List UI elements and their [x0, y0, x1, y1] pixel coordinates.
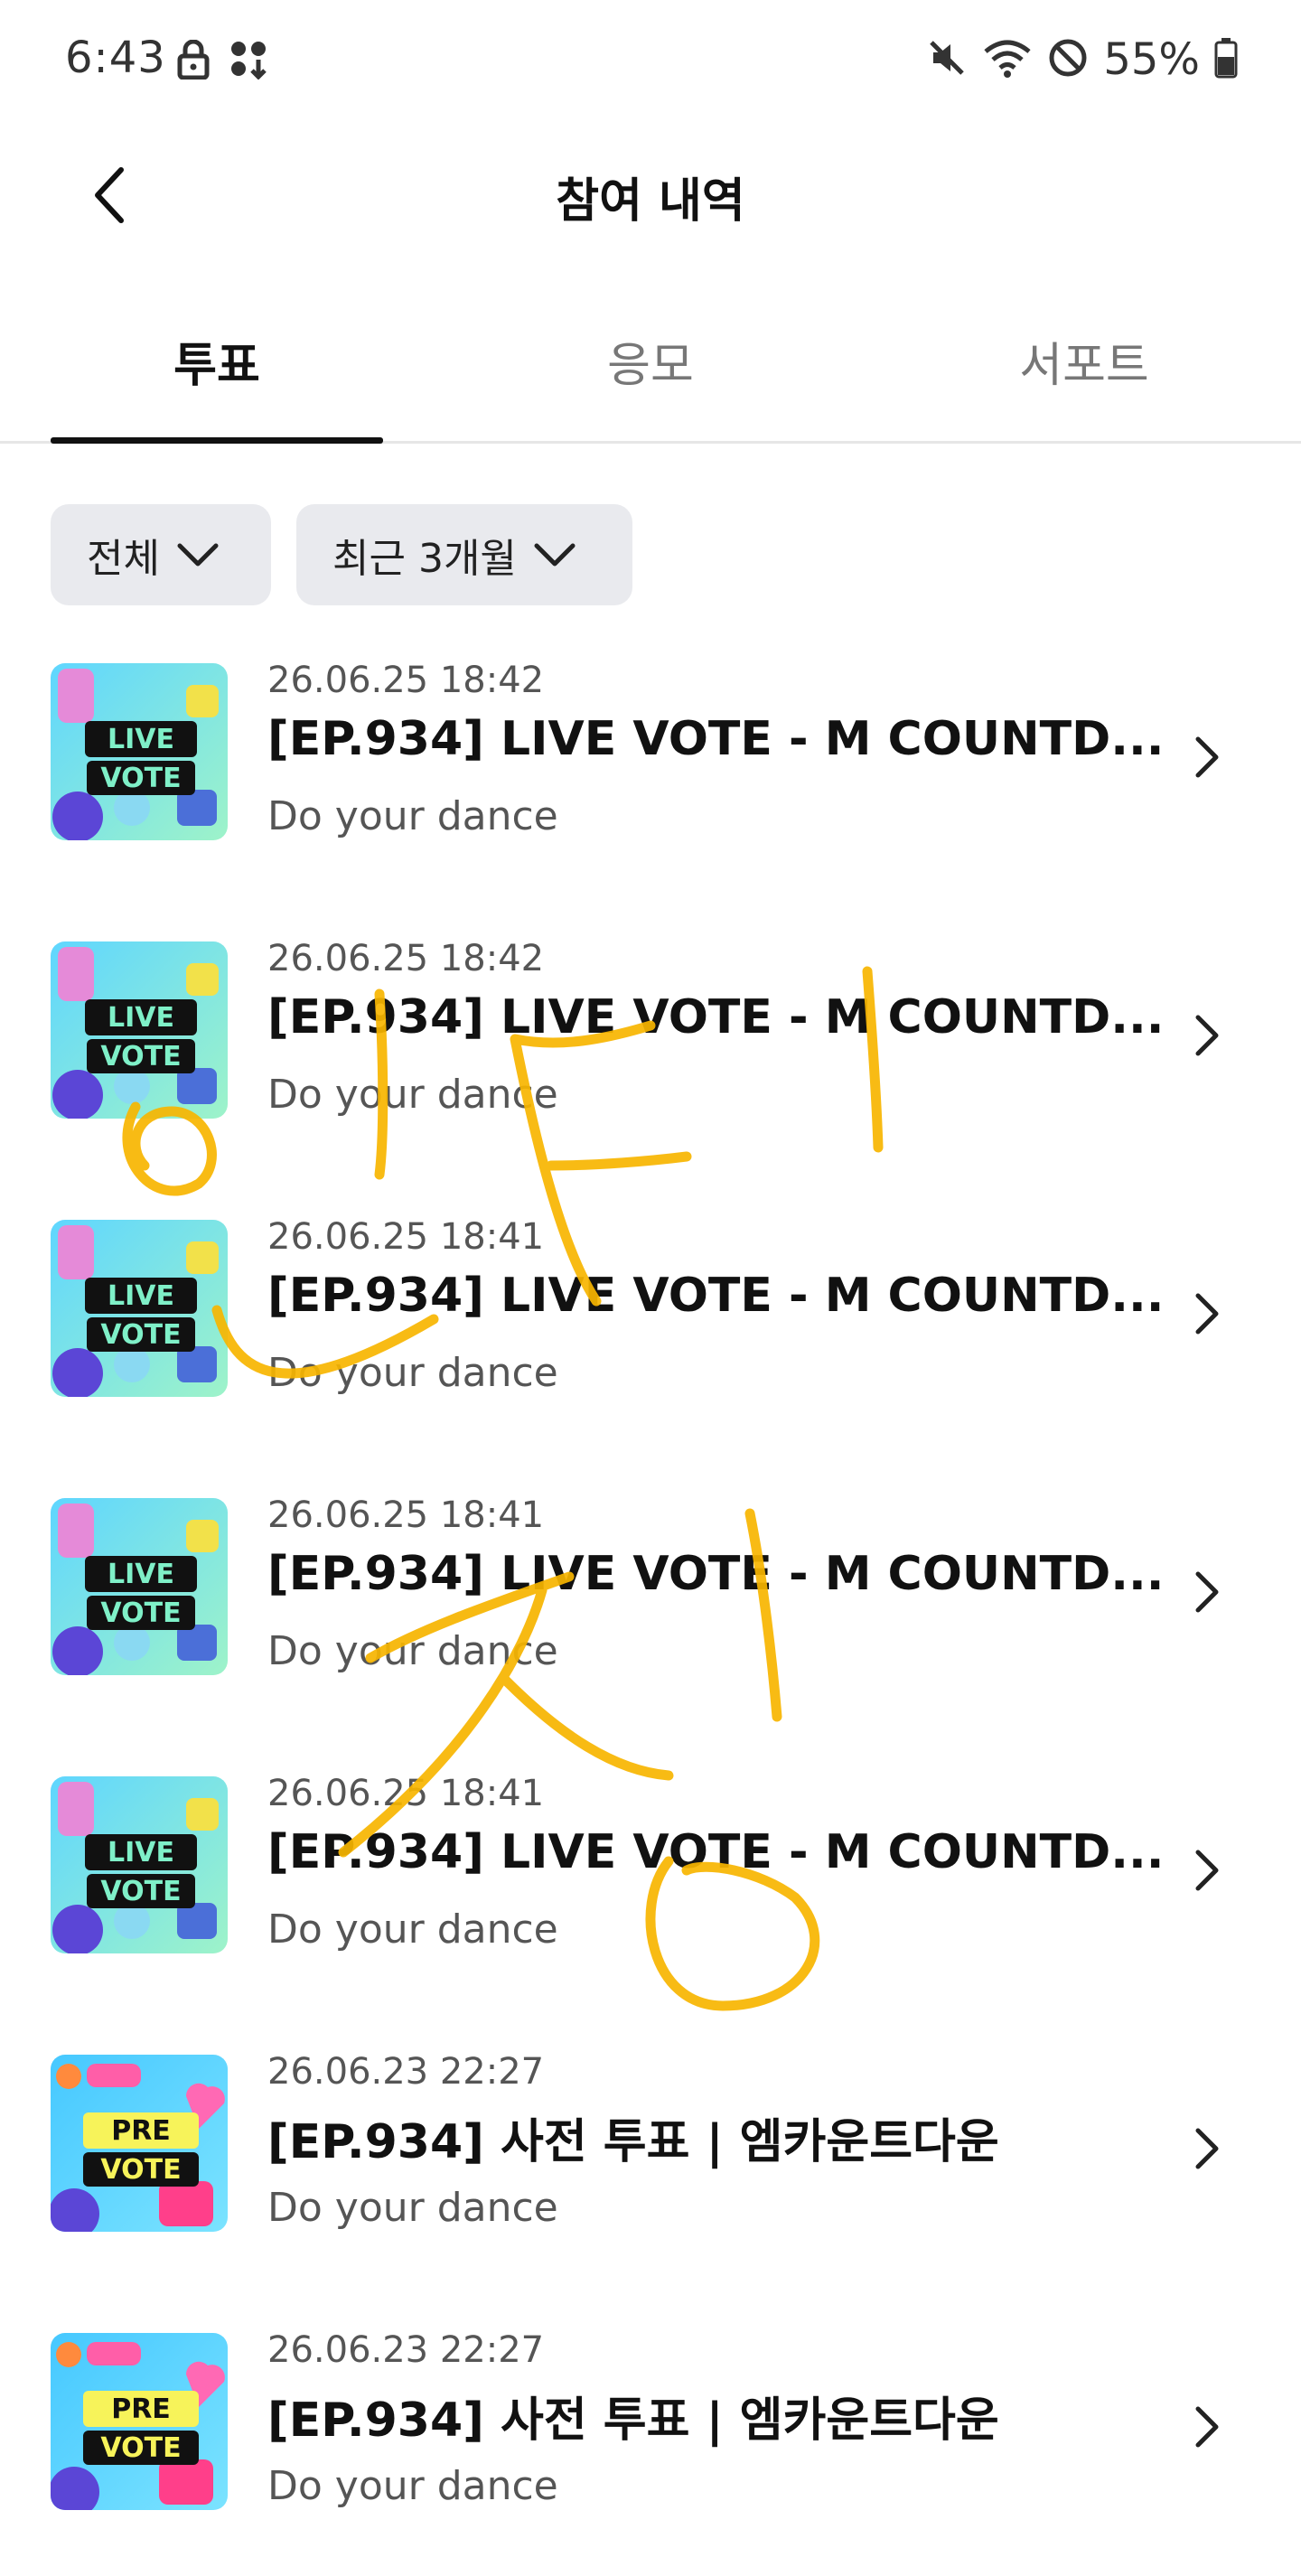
wifi-icon	[982, 37, 1033, 82]
item-date: 26.06.25 18:41	[267, 1494, 545, 1536]
item-date: 26.06.25 18:42	[267, 938, 545, 979]
thumb-badge-bottom: VOTE	[100, 2432, 181, 2464]
list-item[interactable]: LIVE VOTE 26.06.25 18:42 [EP.934] LIVE V…	[0, 623, 1301, 902]
filter-category-label: 전체	[87, 536, 160, 582]
pre-vote-thumbnail: PRE VOTE	[51, 2055, 228, 2232]
active-tab-indicator	[51, 437, 383, 444]
do-not-disturb-icon	[1047, 37, 1089, 82]
list-item[interactable]: LIVE VOTE 26.06.25 18:41 [EP.934] LIVE V…	[0, 1458, 1301, 1737]
item-title: [EP.934] 사전 투표 | 엠카운트다운	[267, 2115, 999, 2169]
live-vote-thumbnail: LIVE VOTE	[51, 1220, 228, 1397]
item-title: [EP.934] LIVE VOTE - M COUNTD...	[267, 990, 1165, 1044]
item-date: 26.06.23 22:27	[267, 2051, 545, 2093]
item-title: [EP.934] LIVE VOTE - M COUNTD...	[267, 1825, 1165, 1879]
list-item[interactable]: LIVE VOTE 26.06.25 18:41 [EP.934] LIVE V…	[0, 1180, 1301, 1458]
item-date: 26.06.25 18:41	[267, 1216, 545, 1258]
live-vote-thumbnail: LIVE VOTE	[51, 1776, 228, 1953]
status-right: 55%	[926, 33, 1238, 87]
item-subtitle: Do your dance	[267, 1072, 558, 1118]
app-header: 참여 내역	[0, 126, 1301, 262]
item-title: [EP.934] LIVE VOTE - M COUNTD...	[267, 1547, 1165, 1601]
status-time: 6:43	[65, 33, 166, 83]
page-title: 참여 내역	[556, 174, 745, 229]
chevron-down-icon	[177, 543, 219, 567]
thumb-badge-top: PRE	[111, 2393, 171, 2425]
thumb-badge-top: LIVE	[108, 1280, 174, 1312]
pre-vote-thumbnail: PRE VOTE	[51, 2333, 228, 2510]
thumb-badge-bottom: VOTE	[100, 763, 181, 794]
thumb-badge-top: LIVE	[108, 1837, 174, 1869]
filter-period-dropdown[interactable]: 최근 3개월	[296, 504, 632, 605]
live-vote-thumbnail: LIVE VOTE	[51, 1498, 228, 1675]
list-item[interactable]: LIVE VOTE 26.06.25 18:41 [EP.934] LIVE V…	[0, 1737, 1301, 2015]
thumb-badge-bottom: VOTE	[100, 2154, 181, 2186]
chevron-right-icon	[1195, 1850, 1219, 1891]
thumb-badge-top: LIVE	[108, 1002, 174, 1034]
item-date: 26.06.23 22:27	[267, 2329, 545, 2371]
item-subtitle: Do your dance	[267, 1350, 558, 1396]
item-title: [EP.934] LIVE VOTE - M COUNTD...	[267, 712, 1165, 766]
tab-bar: 투표 응모 서포트	[0, 298, 1301, 444]
chevron-down-icon	[534, 543, 576, 567]
chevron-right-icon	[1195, 1293, 1219, 1335]
item-subtitle: Do your dance	[267, 1906, 558, 1953]
status-bar: 6:43 55%	[0, 0, 1301, 126]
tab-entry[interactable]: 응모	[484, 298, 817, 441]
chevron-right-icon	[1195, 1571, 1219, 1613]
item-date: 26.06.25 18:41	[267, 1773, 545, 1814]
tab-support[interactable]: 서포트	[918, 298, 1250, 441]
item-date: 26.06.25 18:42	[267, 660, 545, 701]
filter-category-dropdown[interactable]: 전체	[51, 504, 271, 605]
list-item[interactable]: LIVE VOTE 26.06.25 18:42 [EP.934] LIVE V…	[0, 902, 1301, 1180]
mute-icon	[926, 37, 968, 82]
thumb-badge-bottom: VOTE	[100, 1597, 181, 1629]
item-subtitle: Do your dance	[267, 793, 558, 839]
chevron-right-icon	[1195, 1015, 1219, 1056]
thumb-badge-bottom: VOTE	[100, 1876, 181, 1907]
battery-percent: 55%	[1103, 34, 1200, 85]
live-vote-thumbnail: LIVE VOTE	[51, 663, 228, 840]
lock-icon	[177, 39, 210, 83]
list-item[interactable]: PRE VOTE 26.06.23 22:27 [EP.934] 사전 투표 |…	[0, 2015, 1301, 2293]
thumb-badge-bottom: VOTE	[100, 1041, 181, 1073]
thumb-badge-top: LIVE	[108, 1559, 174, 1590]
chevron-right-icon	[1195, 2406, 1219, 2448]
app-grid-icon	[229, 40, 269, 83]
item-subtitle: Do your dance	[267, 2185, 558, 2231]
chevron-right-icon	[1195, 2128, 1219, 2169]
thumb-badge-top: PRE	[111, 2115, 171, 2147]
thumb-badge-bottom: VOTE	[100, 1319, 181, 1351]
filter-period-label: 최근 3개월	[332, 536, 517, 582]
list-item[interactable]: PRE VOTE 26.06.23 22:27 [EP.934] 사전 투표 |…	[0, 2293, 1301, 2571]
item-subtitle: Do your dance	[267, 1628, 558, 1674]
tab-vote[interactable]: 투표	[51, 298, 383, 441]
chevron-right-icon	[1195, 736, 1219, 778]
item-subtitle: Do your dance	[267, 2463, 558, 2509]
item-title: [EP.934] LIVE VOTE - M COUNTD...	[267, 1269, 1165, 1323]
thumb-badge-top: LIVE	[108, 724, 174, 755]
item-title: [EP.934] 사전 투표 | 엠카운트다운	[267, 2393, 999, 2448]
battery-icon	[1214, 37, 1238, 82]
live-vote-thumbnail: LIVE VOTE	[51, 941, 228, 1119]
